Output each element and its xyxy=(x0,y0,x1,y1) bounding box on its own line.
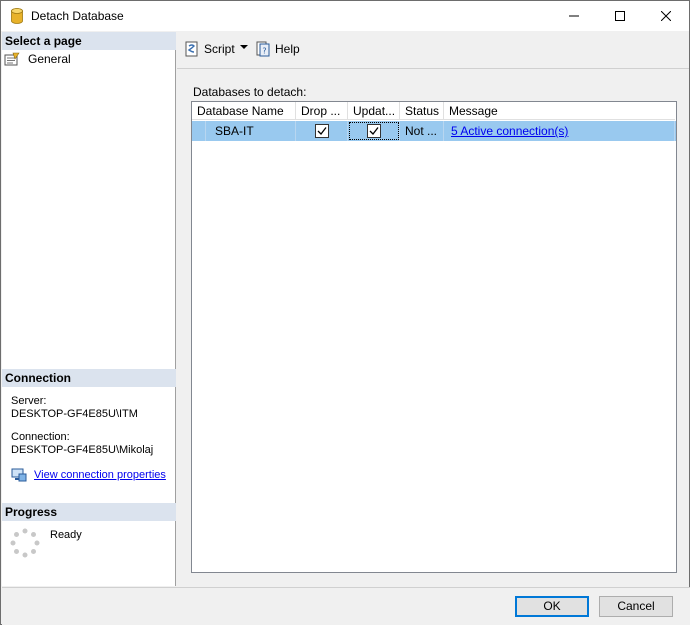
column-header-database-name[interactable]: Database Name xyxy=(192,102,296,120)
svg-text:?: ? xyxy=(262,47,266,56)
button-bar: OK Cancel xyxy=(2,587,690,625)
detach-database-window: Detach Database Select a page General Co… xyxy=(0,0,690,625)
databases-to-detach-label: Databases to detach: xyxy=(193,85,307,99)
column-header-message[interactable]: Message xyxy=(444,102,675,120)
script-button[interactable]: Script xyxy=(184,40,235,58)
database-icon xyxy=(11,8,23,24)
toolbar: Script ? Help xyxy=(177,32,689,69)
minimize-icon xyxy=(569,15,579,17)
page-item-general[interactable]: General xyxy=(4,51,71,67)
progress-spinner-icon xyxy=(10,528,40,558)
update-statistics-checkbox[interactable] xyxy=(367,124,381,138)
maximize-button[interactable] xyxy=(597,1,643,31)
title-bar: Detach Database xyxy=(1,1,689,31)
ok-button[interactable]: OK xyxy=(515,596,589,617)
view-connection-properties[interactable]: View connection properties xyxy=(11,467,166,483)
column-header-update-statistics[interactable]: Updat... xyxy=(348,102,400,120)
cancel-button[interactable]: Cancel xyxy=(599,596,673,617)
cell-database-name[interactable]: SBA-IT xyxy=(192,121,296,141)
maximize-icon xyxy=(615,11,625,21)
help-button[interactable]: ? Help xyxy=(255,40,300,58)
active-connections-link[interactable]: 5 Active connection(s) xyxy=(451,124,568,138)
script-icon xyxy=(185,41,198,57)
view-connection-properties-link[interactable]: View connection properties xyxy=(34,469,166,481)
cell-message[interactable]: 5 Active connection(s) xyxy=(444,121,675,141)
cell-update-statistics[interactable] xyxy=(348,121,400,141)
table-row[interactable]: SBA-IT Not ... 5 Active connection(s) xyxy=(192,121,676,141)
database-name-value: SBA-IT xyxy=(215,124,254,138)
connection-value: DESKTOP-GF4E85U\Mikolaj xyxy=(11,444,154,456)
connection-header: Connection xyxy=(2,369,176,387)
server-value: DESKTOP-GF4E85U\ITM xyxy=(11,408,138,420)
grid-header: Database Name Drop ... Updat... Status M… xyxy=(192,102,675,120)
help-icon: ? xyxy=(256,41,270,57)
row-selector[interactable] xyxy=(192,121,206,141)
window-title: Detach Database xyxy=(31,9,124,23)
server-label: Server: xyxy=(11,395,47,407)
script-dropdown-arrow-icon[interactable] xyxy=(240,45,248,49)
connection-properties-icon xyxy=(11,468,27,482)
databases-grid[interactable]: Database Name Drop ... Updat... Status M… xyxy=(191,101,677,573)
select-page-header: Select a page xyxy=(2,32,176,50)
progress-header: Progress xyxy=(2,503,176,521)
close-icon xyxy=(661,11,671,21)
minimize-button[interactable] xyxy=(551,1,597,31)
help-label: Help xyxy=(275,42,300,56)
connection-info: Connection: DESKTOP-GF4E85U\Mikolaj xyxy=(11,431,153,457)
cell-status[interactable]: Not ... xyxy=(400,121,444,141)
main-content: Databases to detach: Database Name Drop … xyxy=(177,70,689,586)
connection-label: Connection: xyxy=(11,431,70,443)
left-pane: Select a page General Connection Server:… xyxy=(2,32,176,586)
drop-connections-checkbox[interactable] xyxy=(315,124,329,138)
column-header-drop-connections[interactable]: Drop ... xyxy=(296,102,348,120)
column-header-status[interactable]: Status xyxy=(400,102,444,120)
page-item-label: General xyxy=(28,52,71,66)
script-label: Script xyxy=(204,42,235,56)
general-page-icon xyxy=(4,52,20,66)
server-info: Server: DESKTOP-GF4E85U\ITM xyxy=(11,395,138,421)
progress-status: Ready xyxy=(50,529,82,541)
close-button[interactable] xyxy=(643,1,689,31)
cell-drop-connections[interactable] xyxy=(296,121,348,141)
